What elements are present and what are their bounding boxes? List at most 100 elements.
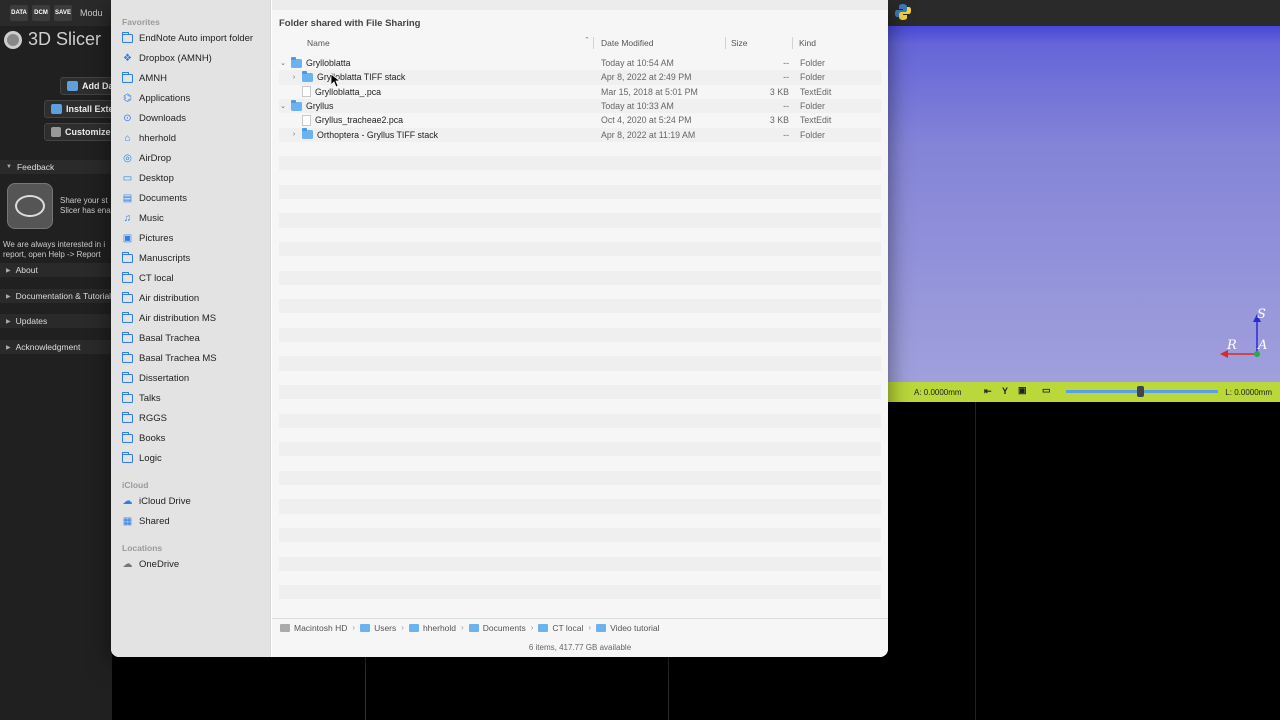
file-row[interactable]: Grylloblatta_.pca Mar 15, 2018 at 5:01 PM…	[279, 85, 881, 99]
sidebar-item[interactable]: Dissertation	[121, 369, 267, 387]
feedback-note: We are always interested in i report, op…	[3, 240, 112, 260]
file-kind: Folder	[800, 58, 825, 69]
column-separator[interactable]	[593, 37, 594, 49]
save-toolbar-icon[interactable]: SAVE	[54, 5, 72, 21]
sidebar-item[interactable]: AMNH	[121, 69, 267, 87]
path-crumb[interactable]: Video tutorial	[596, 623, 660, 633]
data-toolbar-icon[interactable]: DATA	[10, 5, 28, 21]
feedback-section-header[interactable]: ▼ Feedback	[0, 160, 112, 174]
folder-icon	[538, 623, 549, 632]
sidebar-item-label: Air distribution	[139, 292, 200, 304]
sidebar-item[interactable]: RGGS	[121, 409, 267, 427]
bottom-slice-view[interactable]	[366, 657, 888, 720]
link-icon[interactable]: ▣	[1018, 385, 1027, 396]
feedback-note-line: report, open Help -> Report	[3, 250, 101, 259]
sidebar-item-label: Downloads	[139, 112, 186, 124]
sidebar-item-label: Manuscripts	[139, 252, 191, 264]
install-extensions-button[interactable]: Install Exte	[44, 100, 120, 118]
column-header-size[interactable]: Size	[731, 36, 748, 50]
file-row[interactable]: Gryllus_tracheae2.pca Oct 4, 2020 at 5:24…	[279, 113, 881, 127]
path-crumb[interactable]: Macintosh HD	[280, 623, 347, 633]
finder-sidebar: Favorites EndNote Auto import folder ❖ Dro…	[111, 0, 271, 657]
slice-slider-thumb[interactable]	[1137, 386, 1144, 397]
sidebar-item[interactable]: Air distribution MS	[121, 309, 267, 327]
sidebar-item-label: EndNote Auto import folder	[139, 32, 254, 44]
sort-chevron-icon[interactable]: ⌃	[584, 36, 590, 44]
folder-row[interactable]: › Grylloblatta TIFF stack Apr 8, 2022 at 2…	[279, 70, 881, 85]
feedback-note-line: We are always interested in i	[3, 240, 106, 249]
sidebar-item[interactable]: ⊙ Downloads	[122, 109, 267, 127]
sidebar-item[interactable]: ⌬ Applications	[122, 89, 267, 107]
folder-icon	[121, 431, 133, 443]
sidebar-item[interactable]: ▦ Shared	[122, 512, 267, 530]
file-size: 3 KB	[769, 86, 789, 97]
feedback-text-line: Slicer has ena	[60, 206, 111, 215]
sidebar-item[interactable]: EndNote Auto import folder	[121, 29, 267, 47]
sidebar-item[interactable]: Basal Trachea	[121, 329, 267, 347]
expand-icon: ▶	[6, 344, 11, 351]
documentation-section-header[interactable]: ▶ Documentation & Tutorials	[0, 289, 112, 303]
sidebar-item-label: Dropbox (AMNH)	[139, 52, 212, 64]
open-file-dialog: Favorites EndNote Auto import folder ❖ Dro…	[111, 0, 888, 657]
chevron-down-icon[interactable]: ⌄	[279, 59, 287, 67]
sidebar-item[interactable]: ⌂ hherhold	[122, 129, 267, 147]
file-size: --	[783, 101, 789, 112]
python-icon[interactable]	[894, 3, 912, 21]
customize-button[interactable]: Customize S	[44, 123, 120, 141]
sidebar-item[interactable]: ◎ AirDrop	[122, 149, 267, 167]
feedback-text-line: Share your st	[60, 196, 108, 205]
file-list: ⌄ Grylloblatta Today at 10:54 AM -- Folder › G…	[279, 56, 881, 616]
sidebar-item[interactable]: CT local	[121, 269, 267, 287]
file-size: --	[783, 72, 789, 83]
sidebar-item[interactable]: Books	[121, 429, 267, 447]
sidebar-item[interactable]: ▤ Documents	[122, 189, 267, 207]
sidebar-item[interactable]: ☁ OneDrive	[122, 555, 267, 573]
folder-icon	[596, 623, 607, 632]
acknowledgment-section-header[interactable]: ▶ Acknowledgment	[0, 340, 112, 354]
sidebar-item[interactable]: Air distribution	[121, 289, 267, 307]
chevron-right-icon[interactable]: ›	[290, 74, 298, 81]
window-icon[interactable]: ▭	[1042, 385, 1051, 396]
column-header-kind[interactable]: Kind	[799, 36, 816, 50]
sidebar-item[interactable]: ☁ iCloud Drive	[122, 492, 267, 510]
slice-views[interactable]	[888, 402, 1280, 720]
sidebar-item[interactable]: ▣ Pictures	[122, 229, 267, 247]
column-separator[interactable]	[792, 37, 793, 49]
folder-row[interactable]: › Orthoptera - Gryllus TIFF stack Apr 8, 2…	[279, 127, 881, 142]
sidebar-item[interactable]: ♫ Music	[122, 209, 267, 227]
sidebar-item[interactable]: ▭ Desktop	[122, 169, 267, 187]
sidebar-item[interactable]: Talks	[121, 389, 267, 407]
slicer-module-panel: DATA DCM SAVE Modu 3D Slicer Add Da Inst…	[0, 0, 120, 720]
path-crumb[interactable]: CT local	[538, 623, 583, 633]
pictures-icon: ▣	[122, 232, 133, 244]
empty-row	[279, 327, 881, 342]
chevron-right-icon[interactable]: ›	[290, 131, 298, 138]
folder-icon	[121, 31, 133, 43]
folder-row[interactable]: ⌄ Grylloblatta Today at 10:54 AM -- Folder	[279, 56, 881, 70]
column-separator[interactable]	[725, 37, 726, 49]
chevron-down-icon[interactable]: ⌄	[279, 102, 287, 110]
documentation-section-label: Documentation & Tutorials	[15, 291, 112, 301]
path-crumb[interactable]: Users	[360, 623, 396, 633]
file-size: --	[783, 129, 789, 140]
folder-row[interactable]: ⌄ Gryllus Today at 10:33 AM -- Folder	[279, 98, 881, 114]
modules-label[interactable]: Modu	[80, 8, 103, 18]
sidebar-item[interactable]: Manuscripts	[121, 249, 267, 267]
sidebar-item[interactable]: Logic	[121, 449, 267, 467]
updates-section-header[interactable]: ▶ Updates	[0, 314, 112, 328]
path-crumb[interactable]: Documents	[468, 623, 526, 633]
about-section-header[interactable]: ▶ About	[0, 263, 112, 277]
sidebar-item[interactable]: ❖ Dropbox (AMNH)	[122, 49, 267, 67]
file-kind: Folder	[800, 101, 825, 112]
sidebar-item[interactable]: Basal Trachea MS	[121, 349, 267, 367]
folder-icon	[302, 128, 313, 140]
empty-row	[279, 299, 881, 314]
column-header-date[interactable]: Date Modified	[601, 36, 653, 50]
home-icon: ⌂	[124, 132, 131, 144]
add-data-icon	[67, 81, 78, 91]
path-crumb[interactable]: hherhold	[408, 623, 456, 633]
column-header-name[interactable]: Name	[307, 36, 330, 50]
pin-icon[interactable]: ⇤	[984, 386, 992, 397]
slice-y-label[interactable]: Y	[1002, 386, 1008, 396]
dcm-toolbar-icon[interactable]: DCM	[32, 5, 50, 21]
